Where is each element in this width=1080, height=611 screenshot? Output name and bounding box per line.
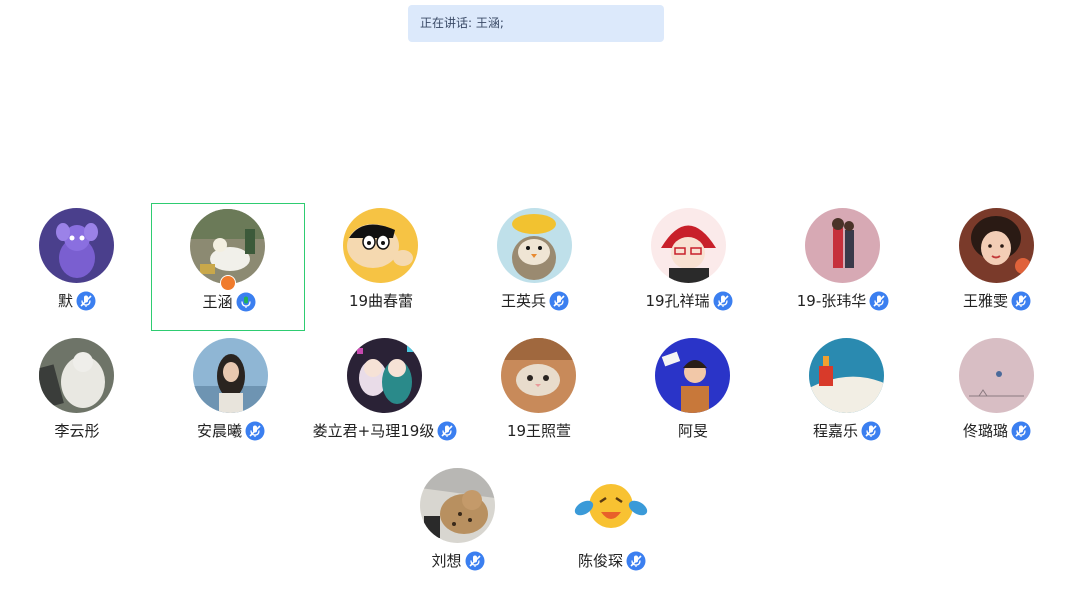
avatar bbox=[959, 338, 1034, 413]
participant-name: 19-张玮华 bbox=[796, 292, 867, 310]
participant-tile[interactable]: 阿旻 bbox=[616, 330, 770, 458]
participant-tile[interactable]: 娄立君+马理19级 bbox=[308, 330, 462, 458]
muted-mic-icon[interactable] bbox=[465, 551, 485, 571]
participant-name: 19王照萱 bbox=[506, 422, 572, 440]
participant-tile[interactable]: 默 bbox=[0, 200, 154, 328]
speaking-status-banner: 正在讲话: 王涵; bbox=[408, 5, 664, 42]
participant-tile[interactable]: 19曲春蕾 bbox=[304, 200, 458, 328]
avatar bbox=[497, 208, 572, 283]
participant-name: 娄立君+马理19级 bbox=[312, 422, 435, 440]
participant-name: 王雅雯 bbox=[962, 292, 1008, 310]
participant-tile[interactable]: 佟璐璐 bbox=[920, 330, 1074, 458]
participant-tile[interactable]: 19孔祥瑞 bbox=[612, 200, 766, 328]
avatar bbox=[809, 338, 884, 413]
active-mic-icon[interactable] bbox=[236, 292, 256, 312]
participant-row-1: 默 王涵 19曲春蕾 王英兵 19孔祥瑞 19-张玮华 王雅雯 bbox=[0, 200, 1080, 331]
avatar bbox=[501, 338, 576, 413]
meeting-participants-view: 正在讲话: 王涵; 默 王涵 19曲春蕾 王英兵 19孔祥瑞 19-张玮华 王雅… bbox=[0, 0, 1080, 611]
participant-name: 安晨曦 bbox=[196, 422, 242, 440]
muted-mic-icon[interactable] bbox=[861, 421, 881, 441]
participant-name: 王英兵 bbox=[500, 292, 546, 310]
muted-mic-icon[interactable] bbox=[1011, 421, 1031, 441]
participant-name: 刘想 bbox=[431, 552, 462, 570]
participant-name: 默 bbox=[57, 292, 73, 310]
participant-tile[interactable]: 程嘉乐 bbox=[770, 330, 924, 458]
avatar bbox=[347, 338, 422, 413]
participant-name: 19曲春蕾 bbox=[348, 292, 414, 310]
avatar bbox=[39, 338, 114, 413]
avatar bbox=[193, 338, 268, 413]
muted-mic-icon[interactable] bbox=[245, 421, 265, 441]
participant-name: 程嘉乐 bbox=[812, 422, 858, 440]
avatar bbox=[39, 208, 114, 283]
participant-tile[interactable]: 陈俊琛 bbox=[535, 460, 689, 588]
avatar bbox=[959, 208, 1034, 283]
participant-row-2: 李云彤 安晨曦 娄立君+马理19级 19王照萱 阿旻 程嘉乐 佟璐璐 bbox=[0, 330, 1080, 460]
avatar bbox=[651, 208, 726, 283]
host-badge-icon bbox=[220, 275, 236, 291]
participant-tile[interactable]: 19王照萱 bbox=[462, 330, 616, 458]
avatar bbox=[805, 208, 880, 283]
participant-name: 王涵 bbox=[202, 293, 233, 311]
participant-tile[interactable]: 王英兵 bbox=[458, 200, 612, 328]
participant-name: 李云彤 bbox=[54, 422, 100, 440]
participant-name: 19孔祥瑞 bbox=[645, 292, 710, 310]
participant-tile[interactable]: 刘想 bbox=[381, 460, 535, 588]
muted-mic-icon[interactable] bbox=[713, 291, 733, 311]
muted-mic-icon[interactable] bbox=[1011, 291, 1031, 311]
muted-mic-icon[interactable] bbox=[869, 291, 889, 311]
participant-tile-active-speaker[interactable]: 王涵 bbox=[151, 203, 305, 331]
participant-name: 佟璐璐 bbox=[962, 422, 1008, 440]
speaking-status-text: 正在讲话: 王涵; bbox=[420, 16, 504, 30]
participant-tile[interactable]: 19-张玮华 bbox=[766, 200, 920, 328]
avatar bbox=[655, 338, 730, 413]
participant-name: 阿旻 bbox=[677, 422, 708, 440]
muted-mic-icon[interactable] bbox=[626, 551, 646, 571]
avatar bbox=[189, 209, 265, 284]
participant-row-3: 刘想 陈俊琛 bbox=[0, 460, 1080, 590]
muted-mic-icon[interactable] bbox=[549, 291, 569, 311]
muted-mic-icon[interactable] bbox=[76, 291, 96, 311]
participant-tile[interactable]: 安晨曦 bbox=[154, 330, 308, 458]
participant-tile[interactable]: 王雅雯 bbox=[920, 200, 1074, 328]
avatar bbox=[343, 208, 418, 283]
participant-tile[interactable]: 李云彤 bbox=[0, 330, 154, 458]
muted-mic-icon[interactable] bbox=[437, 421, 457, 441]
avatar bbox=[420, 468, 495, 543]
avatar bbox=[574, 468, 649, 543]
participant-name: 陈俊琛 bbox=[577, 552, 623, 570]
